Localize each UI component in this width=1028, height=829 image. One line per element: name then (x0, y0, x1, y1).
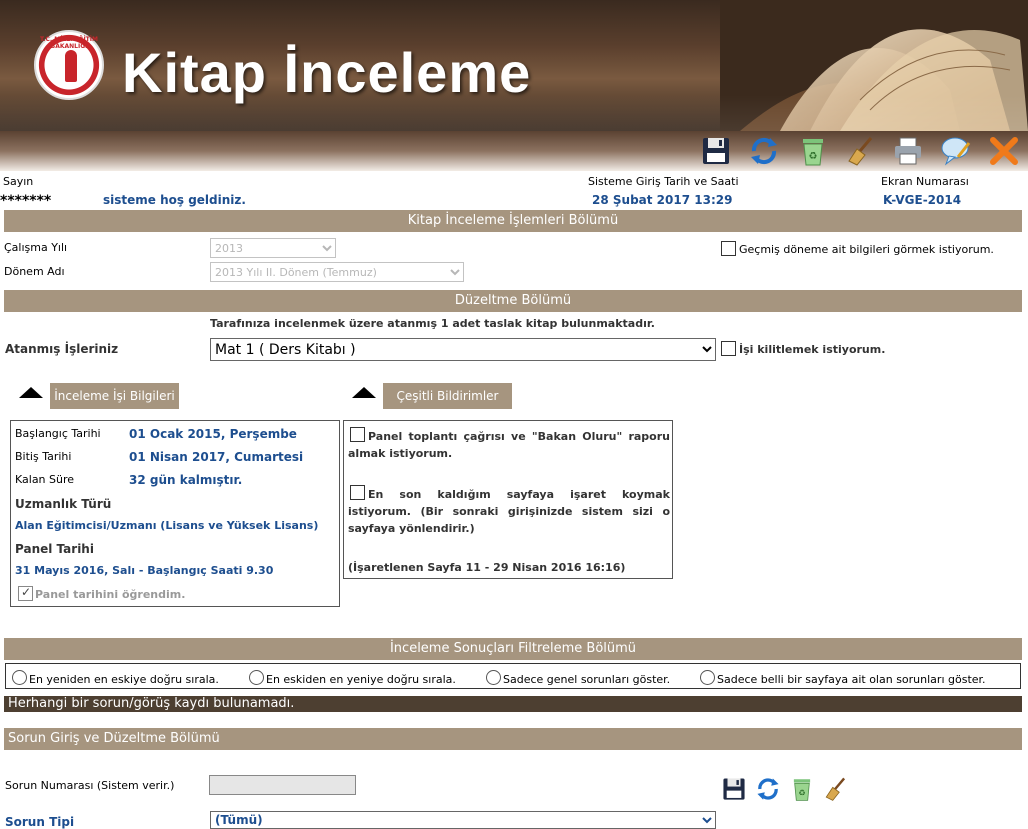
login-date-label: Sisteme Giriş Tarih ve Saati (588, 175, 739, 188)
year-label: Çalışma Yılı (4, 241, 68, 254)
screen-number-label: Ekran Numarası (881, 175, 969, 188)
radio-page-only[interactable] (700, 670, 715, 685)
lock-job-checkbox[interactable] (721, 341, 736, 356)
problem-type-label: Sorun Tipi (5, 815, 75, 829)
radio-general-only-label: Sadece genel sorunları göster. (503, 673, 671, 686)
radio-page-only-label: Sadece belli bir sayfaya ait olan sorunl… (717, 673, 986, 686)
svg-text:♻: ♻ (809, 151, 818, 162)
bookmark-text: En son kaldığım sayfaya işaret koymak is… (348, 488, 670, 535)
app-title: Kitap İnceleme (122, 41, 532, 104)
login-date-value: 28 Şubat 2017 13:29 (592, 193, 733, 207)
tab-notices[interactable]: Çeşitli Bildirimler (383, 383, 512, 409)
lock-job-label: İşi kilitlemek istiyorum. (739, 343, 886, 356)
broom-icon[interactable] (823, 775, 849, 803)
problem-number-label: Sorun Numarası (Sistem verir.) (5, 779, 175, 792)
broom-icon[interactable] (845, 135, 877, 167)
toolbar: ♻ (0, 131, 1028, 171)
past-period-checkbox[interactable] (721, 241, 736, 256)
past-period-label: Geçmiş döneme ait bilgileri görmek istiy… (739, 243, 994, 256)
radio-newest-first-label: En yeniden en eskiye doğru sırala. (29, 673, 219, 686)
svg-text:♻: ♻ (798, 788, 805, 798)
no-record-message: Herhangi bir sorun/görüş kaydı bulunamad… (4, 696, 1022, 712)
section-filter-title: İnceleme Sonuçları Filtreleme Bölümü (4, 638, 1022, 660)
recycle-bin-icon[interactable]: ♻ (789, 775, 815, 803)
start-date-value: 01 Ocak 2015, Perşembe (129, 427, 297, 441)
panel-learned-label: Panel tarihini öğrendim. (35, 588, 186, 601)
chat-icon[interactable] (940, 135, 972, 167)
collapse-arrow-icon[interactable] (19, 387, 43, 398)
save-icon[interactable] (721, 776, 747, 802)
sayin-label: Sayın (3, 175, 34, 188)
panel-date-value: 31 Mayıs 2016, Salı - Başlangıç Saati 9.… (15, 564, 274, 577)
section-problem-title: Sorun Giriş ve Düzeltme Bölümü (4, 728, 1022, 750)
problem-number-input[interactable] (209, 775, 356, 795)
remaining-label: Kalan Süre (15, 473, 75, 486)
logo-text: T.C. MİLLÎ EĞİTİM BAKANLIĞI (40, 36, 98, 50)
torch-icon (65, 50, 77, 82)
printer-icon[interactable] (892, 135, 924, 167)
save-icon[interactable] (700, 135, 732, 167)
section-book-review-title: Kitap İnceleme İşlemleri Bölümü (4, 210, 1022, 232)
assigned-info-text: Tarafınıza incelenmek üzere atanmış 1 ad… (210, 317, 655, 330)
user-name: ******* (0, 193, 52, 209)
recycle-bin-icon[interactable]: ♻ (797, 135, 829, 167)
expertise-label: Uzmanlık Türü (15, 497, 112, 511)
assigned-jobs-label: Atanmış İşleriniz (5, 342, 119, 356)
remaining-value: 32 gün kalmıştır. (129, 473, 243, 487)
radio-oldest-first-label: En eskiden en yeniye doğru sırala. (266, 673, 456, 686)
panel-learned-checkbox[interactable] (18, 585, 33, 601)
bookmarked-page-text: (İşaretlenen Sayfa 11 - 29 Nisan 2016 16… (348, 561, 626, 574)
screen-number-value: K-VGE-2014 (883, 193, 962, 207)
panel-date-label: Panel Tarihi (15, 542, 94, 556)
ministry-logo: T.C. MİLLÎ EĞİTİM BAKANLIĞI (34, 30, 104, 100)
refresh-icon[interactable] (755, 776, 781, 802)
year-select[interactable]: 2013 (210, 238, 336, 258)
end-date-value: 01 Nisan 2017, Cumartesi (129, 450, 304, 464)
review-info-panel (10, 420, 340, 607)
start-date-label: Başlangıç Tarihi (15, 427, 101, 440)
header-banner: T.C. MİLLÎ EĞİTİM BAKANLIĞI Kitap İncele… (0, 0, 1028, 131)
radio-general-only[interactable] (486, 670, 501, 685)
section-correction-title: Düzeltme Bölümü (4, 290, 1022, 312)
refresh-icon[interactable] (748, 135, 780, 167)
collapse-arrow-icon[interactable] (352, 387, 376, 398)
tab-review-info[interactable]: İnceleme İşi Bilgileri (50, 383, 179, 409)
radio-newest-first[interactable] (12, 670, 27, 685)
radio-oldest-first[interactable] (249, 670, 264, 685)
term-label: Dönem Adı (4, 265, 65, 278)
problem-type-select[interactable]: (Tümü) (210, 811, 716, 829)
welcome-text: sisteme hoş geldiniz. (103, 193, 246, 207)
panel-call-text: Panel toplantı çağrısı ve "Bakan Oluru" … (348, 430, 670, 460)
close-icon[interactable] (988, 135, 1020, 167)
expertise-value: Alan Eğitimcisi/Uzmanı (Lisans ve Yüksek… (15, 519, 319, 532)
assigned-jobs-select[interactable]: Mat 1 ( Ders Kitabı ) (210, 338, 716, 361)
end-date-label: Bitiş Tarihi (15, 450, 72, 463)
term-select[interactable]: 2013 Yılı II. Dönem (Temmuz) (210, 262, 464, 282)
